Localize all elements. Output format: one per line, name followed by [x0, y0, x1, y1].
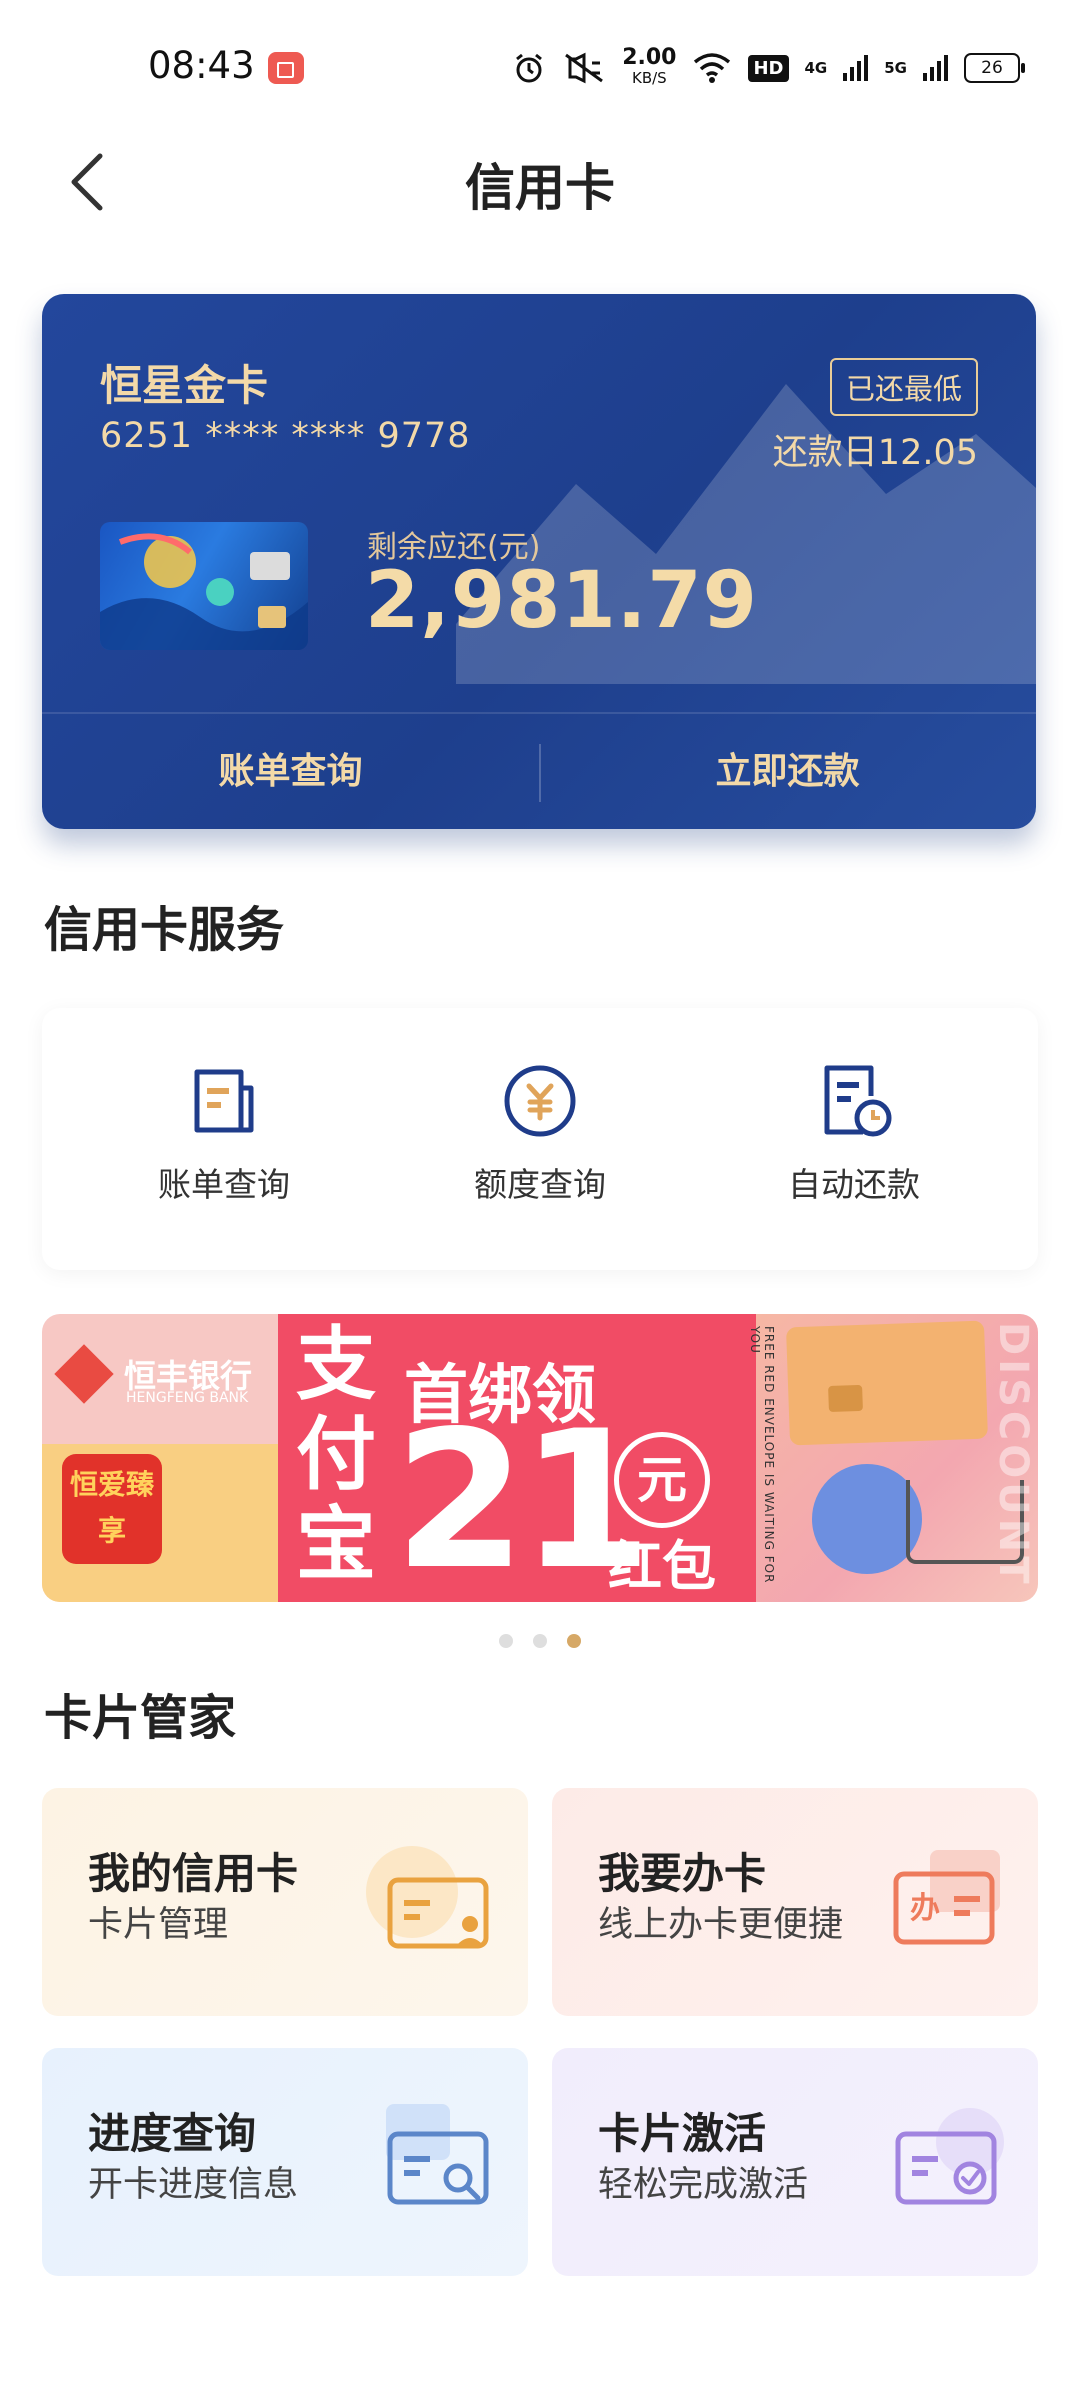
- bank-logo-icon: [54, 1344, 114, 1404]
- banner-yuan: 元: [614, 1432, 710, 1528]
- pagination-dot[interactable]: [533, 1634, 547, 1648]
- tile-subtitle: 卡片管理: [88, 1905, 229, 1945]
- tile-title: 我的信用卡: [88, 1849, 299, 1898]
- banner-red-packet: 红包: [608, 1535, 716, 1598]
- status-bar: 08:43 2.00 KB/S HD 4G 5G 26: [0, 0, 1080, 130]
- top-bar: 信用卡: [0, 130, 1080, 230]
- card-art: [100, 533, 308, 650]
- battery-icon: 26: [964, 53, 1025, 83]
- status-icons: 2.00 KB/S HD 4G 5G 26: [512, 45, 1025, 90]
- promo-stamp: 恒爱臻享: [62, 1454, 162, 1564]
- due-date: 还款日12.05: [772, 433, 978, 473]
- wifi-icon: [694, 53, 731, 83]
- page-title: 信用卡: [465, 159, 615, 217]
- signal-icon: [843, 55, 869, 81]
- divider: [42, 712, 1036, 714]
- credit-card-panel[interactable]: 恒星金卡 6251 **** **** 9778 已还最低 还款日12.05 剩…: [42, 294, 1036, 829]
- card-check-icon: [895, 2108, 1004, 2205]
- signal-icon-2: [923, 55, 948, 81]
- services-section-title: 信用卡服务: [44, 902, 285, 958]
- pagination-dot-active[interactable]: [567, 1634, 581, 1648]
- net-label-5g: 5G: [884, 59, 907, 77]
- tile-title: 我要办卡: [598, 1849, 767, 1898]
- repay-now-button[interactable]: 立即还款: [539, 742, 1036, 794]
- service-label: 账单查询: [158, 1165, 290, 1204]
- apply-card-icon: 办: [893, 1850, 1000, 1945]
- service-auto-repay[interactable]: 自动还款: [702, 1060, 1006, 1206]
- bill-inquiry-button[interactable]: 账单查询: [42, 742, 539, 794]
- alarm-icon: [516, 53, 543, 83]
- tile-title: 进度查询: [88, 2109, 257, 2158]
- banner-pagination: [0, 1634, 1080, 1648]
- network-speed: 2.00 KB/S: [622, 45, 677, 88]
- tile-my-credit-card[interactable]: 我的信用卡 卡片管理: [42, 1788, 528, 2016]
- net-label-4g: 4G: [804, 59, 828, 77]
- status-badge: 已还最低: [829, 358, 978, 416]
- card-name: 恒星金卡: [100, 361, 269, 410]
- speed-unit: KB/S: [631, 69, 667, 87]
- hd-badge: HD: [748, 54, 789, 82]
- tile-subtitle: 开卡进度信息: [88, 2165, 299, 2205]
- banner-card-illustration: [786, 1320, 988, 1446]
- tile-progress-inquiry[interactable]: 进度查询 开卡进度信息: [42, 2048, 528, 2276]
- card-search-icon: [386, 2104, 489, 2205]
- tile-subtitle: 轻松完成激活: [598, 2165, 809, 2205]
- card-manager-section-title: 卡片管家: [44, 1690, 237, 1746]
- banner-alipay-text: 支付宝: [296, 1318, 376, 1591]
- tile-subtitle: 线上办卡更便捷: [598, 1905, 844, 1945]
- promo-banner[interactable]: 恒丰银行 HENGFENG BANK 恒爱臻享 支付宝 首绑领 21 元 红包 …: [42, 1314, 1038, 1602]
- service-bill-inquiry[interactable]: 账单查询: [72, 1060, 376, 1206]
- bank-brand-en: HENGFENG BANK: [126, 1390, 249, 1406]
- tile-title: 卡片激活: [598, 2109, 767, 2158]
- card-number: 6251 **** **** 9778: [100, 416, 471, 456]
- banner-vertical-text: FREE RED ENVELOPE IS WAITING FOR YOU: [748, 1326, 776, 1584]
- card-image: [100, 522, 308, 650]
- remaining-amount: 2,981.79: [365, 556, 758, 646]
- tile-card-activation[interactable]: 卡片激活 轻松完成激活: [552, 2048, 1038, 2276]
- tile-apply-card[interactable]: 我要办卡 线上办卡更便捷 办: [552, 1788, 1038, 2016]
- service-label: 自动还款: [788, 1165, 920, 1204]
- svg-text:办: 办: [910, 1891, 940, 1926]
- screen-record-icon: [268, 52, 304, 84]
- yuan-coin-icon: [504, 1065, 576, 1137]
- auto-pay-clock-icon: [824, 1065, 892, 1137]
- mute-icon: [565, 52, 604, 84]
- banner-discount-text: DISCOUNT: [990, 1322, 1036, 1588]
- status-time: 08:43: [148, 44, 255, 87]
- services-panel: 账单查询 额度查询 自动还款: [42, 1008, 1038, 1270]
- pagination-dot[interactable]: [499, 1634, 513, 1648]
- speed-value: 2.00: [622, 45, 677, 70]
- service-label: 额度查询: [474, 1165, 606, 1204]
- service-credit-limit[interactable]: 额度查询: [388, 1060, 692, 1206]
- card-user-icon: [366, 1846, 489, 1949]
- bill-icon: [194, 1069, 254, 1133]
